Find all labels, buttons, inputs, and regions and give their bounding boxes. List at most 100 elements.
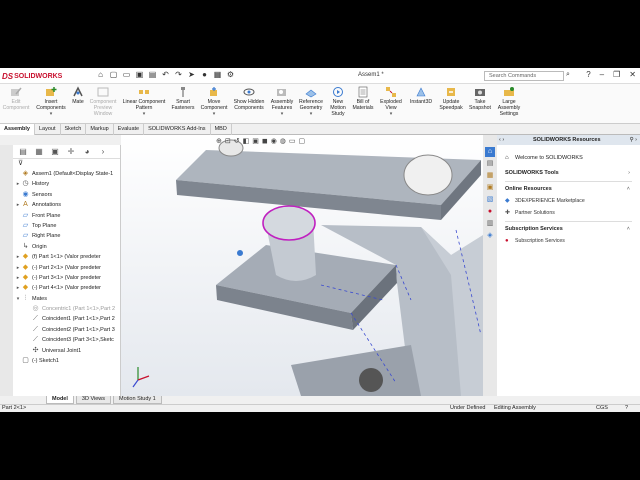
tree-item[interactable]: ◈ Assem1 (Default<Display State-1 — [15, 169, 120, 179]
reference-geometry-button[interactable]: Reference Geometry ▾ — [297, 86, 325, 117]
previous-view-icon[interactable]: ↺ — [234, 137, 240, 145]
display-style-icon[interactable]: ◼ — [262, 137, 268, 145]
save-icon[interactable]: ▣ — [135, 70, 144, 79]
chevron-down-icon[interactable]: ▾ — [120, 111, 168, 117]
large-assembly-settings-button[interactable]: Large Assembly Settings — [494, 86, 524, 117]
chevron-right-icon[interactable]: › — [97, 147, 109, 156]
tab-motion-study[interactable]: Motion Study 1 — [113, 396, 162, 404]
move-component-button[interactable]: Move Component ▾ — [198, 86, 230, 117]
undo-icon[interactable]: ↶ — [161, 70, 170, 79]
tree-item[interactable]: ◎ Concentric1 (Part 1<1>,Part 2 — [15, 304, 120, 314]
mate-button[interactable]: Mate — [70, 86, 86, 105]
tab-3d-views[interactable]: 3D Views — [75, 396, 112, 404]
edit-component-button[interactable]: Edit Component — [2, 86, 30, 111]
scene-icon[interactable]: ▭ — [289, 137, 296, 145]
search-icon[interactable]: ⌕ — [566, 71, 570, 79]
tree-item[interactable]: ▸ ◆ (-) Part 4<1> (Valor predeter — [15, 283, 120, 293]
chevron-down-icon[interactable]: ▾ — [377, 111, 405, 117]
feature-tree-icon[interactable]: ▤ — [17, 147, 29, 156]
smart-fasteners-button[interactable]: Smart Fasteners — [170, 86, 196, 111]
new-motion-study-button[interactable]: New Motion Study — [326, 86, 350, 117]
view-settings-icon[interactable]: ▢ — [299, 137, 306, 145]
chevron-up-icon[interactable]: ˄ — [627, 224, 630, 235]
property-manager-icon[interactable]: ▦ — [33, 147, 45, 156]
minimize-icon[interactable]: – — [600, 70, 604, 79]
online-resources-section[interactable]: Online Resources ˄ — [497, 184, 640, 195]
print-icon[interactable]: ▤ — [148, 70, 157, 79]
tree-item[interactable]: ↳ Origin — [15, 242, 120, 252]
show-hidden-button[interactable]: Show Hidden Components — [232, 86, 266, 111]
tree-item[interactable]: ▱ Front Plane — [15, 211, 120, 221]
exploded-view-button[interactable]: Exploded View ▾ — [377, 86, 405, 117]
tab-mbd[interactable]: MBD — [211, 124, 232, 135]
home-icon[interactable]: ⌂ — [96, 70, 105, 79]
tree-item[interactable]: ▸ ◆ (-) Part 3<1> (Valor predeter — [15, 273, 120, 283]
subscription-link[interactable]: ● Subscription Services — [497, 235, 640, 247]
view-palette-icon[interactable]: ▧ — [485, 195, 495, 205]
update-speedpak-button[interactable]: Update Speedpak — [437, 86, 465, 111]
zoom-area-icon[interactable]: ⊡ — [225, 137, 231, 145]
tree-item[interactable]: ▱ Top Plane — [15, 221, 120, 231]
redo-icon[interactable]: ↷ — [174, 70, 183, 79]
bill-of-materials-button[interactable]: Bill of Materials — [350, 86, 376, 111]
tree-item[interactable]: ▸ ◆ (-) Part 2<1> (Valor predeter — [15, 263, 120, 273]
home-icon[interactable]: ⌂ — [485, 147, 495, 157]
chevron-down-icon[interactable]: ▾ — [34, 111, 68, 117]
graphics-area[interactable]: ⊕ ⊡ ↺ ◧ ▣ ◼ ◉ ◍ ▭ ▢ — [121, 135, 483, 396]
tab-layout[interactable]: Layout — [35, 124, 61, 135]
tree-item[interactable]: ▸ ◷ History — [15, 179, 120, 189]
welcome-link[interactable]: ⌂ Welcome to SOLIDWORKS — [497, 153, 640, 164]
tab-markup[interactable]: Markup — [86, 124, 114, 135]
tree-item[interactable]: ◉ Sensors — [15, 190, 120, 200]
tree-item[interactable]: ⟋ Coincident1 (Part 1<1>,Part 2 — [15, 314, 120, 324]
rebuild-icon[interactable]: ● — [200, 70, 209, 79]
chevron-down-icon[interactable]: ▾ — [297, 111, 325, 117]
dimxpert-icon[interactable]: ✛ — [65, 147, 77, 156]
tab-add-ins[interactable]: SOLIDWORKS Add-Ins — [144, 124, 211, 135]
tab-assembly[interactable]: Assembly — [0, 124, 35, 135]
appearances-icon[interactable]: ● — [485, 207, 495, 217]
solidworks-forum-icon[interactable]: ◈ — [485, 231, 495, 241]
tree-item[interactable]: ▢ (-) Sketch1 — [15, 356, 120, 366]
tree-item[interactable]: ▸ A Annotations — [15, 200, 120, 210]
chevron-right-icon[interactable]: › — [628, 168, 630, 179]
chevron-down-icon[interactable]: ▾ — [268, 111, 296, 117]
hide-show-icon[interactable]: ◉ — [271, 137, 277, 145]
configuration-icon[interactable]: ▣ — [49, 147, 61, 156]
tab-sketch[interactable]: Sketch — [61, 124, 87, 135]
restore-icon[interactable]: ❐ — [613, 70, 620, 79]
marketplace-link[interactable]: ◆ 3DEXPERIENCE Marketplace — [497, 195, 640, 207]
design-library-icon[interactable]: ▦ — [485, 171, 495, 181]
chevron-down-icon[interactable]: ▾ — [198, 111, 230, 117]
tree-item[interactable]: ▸ ◆ (f) Part 1<1> (Valor predeter — [15, 252, 120, 262]
insert-components-button[interactable]: Insert Components ▾ — [34, 86, 68, 117]
assembly-features-button[interactable]: Assembly Features ▾ — [268, 86, 296, 117]
subscription-section[interactable]: Subscription Services ˄ — [497, 224, 640, 235]
display-manager-icon[interactable]: ◕ — [81, 147, 93, 156]
view-triad[interactable] — [132, 367, 150, 388]
pin-icon[interactable]: ⚲ › — [630, 135, 637, 145]
tree-item[interactable]: ✣ Universal Joint1 — [15, 346, 120, 356]
file-properties-icon[interactable]: ▦ — [213, 70, 222, 79]
tools-section[interactable]: SOLIDWORKS Tools › — [497, 168, 640, 179]
filter-icon[interactable]: ⊽ — [13, 159, 120, 169]
edit-appearance-icon[interactable]: ◍ — [280, 137, 286, 145]
tree-item[interactable]: ⟋ Coincident3 (Part 3<1>,Sketc — [15, 335, 120, 345]
new-document-icon[interactable]: ▢ — [109, 70, 118, 79]
tree-item[interactable]: ⟋ Coincident2 (Part 1<1>,Part 3 — [15, 325, 120, 335]
custom-properties-icon[interactable]: ▥ — [485, 219, 495, 229]
select-icon[interactable]: ➤ — [187, 70, 196, 79]
file-explorer-icon[interactable]: ▣ — [485, 183, 495, 193]
resources-icon[interactable]: ▤ — [485, 159, 495, 169]
linear-pattern-button[interactable]: Linear Component Pattern ▾ — [120, 86, 168, 117]
take-snapshot-button[interactable]: Take Snapshot — [466, 86, 494, 111]
chevron-up-icon[interactable]: ˄ — [627, 184, 630, 195]
help-icon[interactable]: ? — [625, 405, 628, 412]
tree-item[interactable]: ▱ Right Plane — [15, 231, 120, 241]
partner-solutions-link[interactable]: ✚ Partner Solutions — [497, 207, 640, 219]
component-preview-button[interactable]: Component Preview Window — [88, 86, 118, 117]
options-icon[interactable]: ⚙ — [226, 70, 235, 79]
status-units[interactable]: CGS — [596, 405, 608, 412]
close-icon[interactable]: ✕ — [629, 70, 636, 79]
zoom-to-fit-icon[interactable]: ⊕ — [216, 137, 222, 145]
